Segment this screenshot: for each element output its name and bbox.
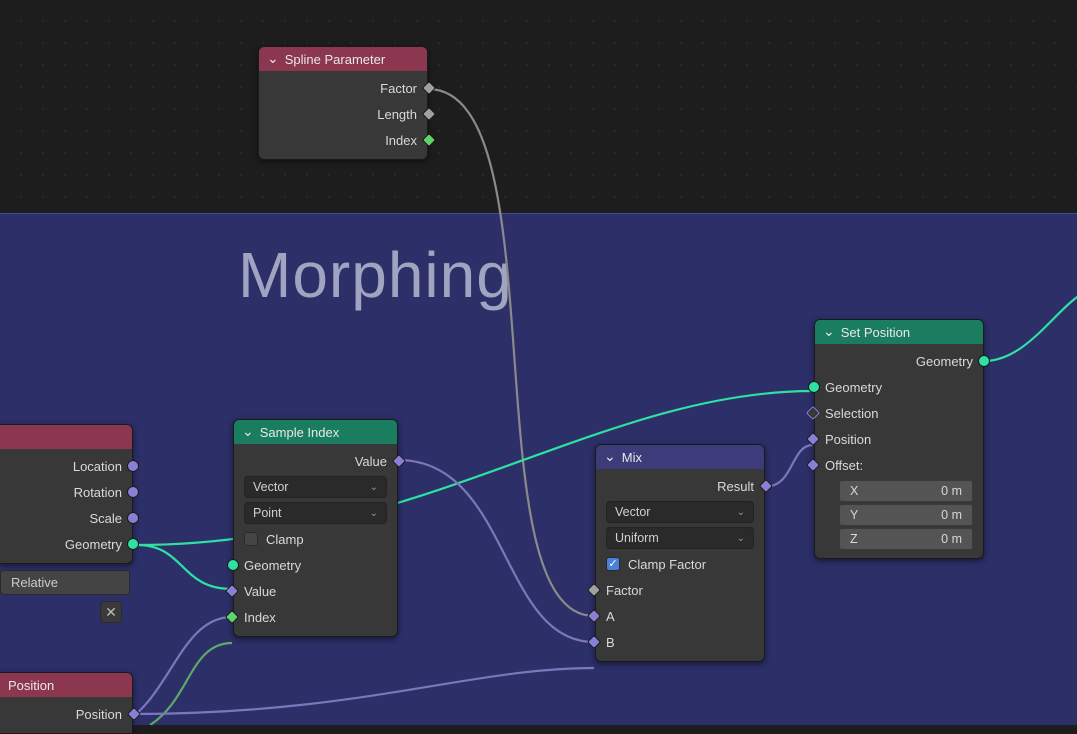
socket-geometry-out[interactable] <box>978 355 990 367</box>
output-rotation: Rotation <box>74 485 122 500</box>
output-value: Value <box>234 448 397 474</box>
output-geometry: Geometry <box>815 348 983 374</box>
input-factor: Factor <box>596 577 764 603</box>
output-location: Location <box>73 459 122 474</box>
clamp-checkbox-row[interactable]: Clamp <box>234 526 397 552</box>
output-result: Result <box>596 473 764 499</box>
output-scale: Scale <box>89 511 122 526</box>
dropdown-caret-icon: ⌄ <box>370 482 378 493</box>
socket-geometry-in[interactable] <box>808 381 820 393</box>
node-header[interactable]: Mix <box>596 445 764 469</box>
checkbox-clamp-factor[interactable] <box>606 557 620 571</box>
output-geometry: Geometry <box>65 537 122 552</box>
select-domain[interactable]: Point⌄ <box>244 502 387 524</box>
offset-y-field[interactable]: Y0 m <box>839 504 973 526</box>
offset-vector-group: X0 m Y0 m Z0 m <box>815 478 983 552</box>
input-position: Position <box>815 426 983 452</box>
dropdown-caret-icon: ⌄ <box>737 507 745 518</box>
select-mix-type[interactable]: Vector⌄ <box>606 501 754 523</box>
checkbox-clamp[interactable] <box>244 532 258 546</box>
socket-geometry-in[interactable] <box>227 559 239 571</box>
offset-z-field[interactable]: Z0 m <box>839 528 973 550</box>
node-header[interactable]: Spline Parameter <box>259 47 427 71</box>
socket-rotation-out[interactable] <box>127 486 139 498</box>
input-geometry: Geometry <box>234 552 397 578</box>
input-geometry: Geometry <box>815 374 983 400</box>
node-sample-index[interactable]: Sample Index Value Vector⌄ Point⌄ Clamp … <box>233 419 398 637</box>
node-header[interactable]: Sample Index <box>234 420 397 444</box>
node-mix[interactable]: Mix Result Vector⌄ Uniform⌄ Clamp Factor… <box>595 444 765 662</box>
node-title: Sample Index <box>260 425 340 440</box>
relative-toggle[interactable]: Relative <box>0 570 130 595</box>
input-selection: Selection <box>815 400 983 426</box>
node-title: Position <box>8 678 54 693</box>
node-title: Spline Parameter <box>285 52 385 67</box>
output-factor: Factor <box>259 75 427 101</box>
node-header[interactable]: Position <box>0 673 132 697</box>
output-position: Position <box>76 707 122 722</box>
select-data-type[interactable]: Vector⌄ <box>244 476 387 498</box>
socket-location-out[interactable] <box>127 460 139 472</box>
dropdown-caret-icon: ⌄ <box>737 533 745 544</box>
output-index: Index <box>259 127 427 153</box>
input-index: Index <box>234 604 397 630</box>
node-header[interactable]: Set Position <box>815 320 983 344</box>
select-mix-mode[interactable]: Uniform⌄ <box>606 527 754 549</box>
clear-button[interactable]: ✕ <box>100 601 122 623</box>
socket-scale-out[interactable] <box>127 512 139 524</box>
input-a: A <box>596 603 764 629</box>
input-offset-label: Offset: <box>815 452 983 478</box>
dropdown-caret-icon: ⌄ <box>370 508 378 519</box>
collapse-chevron-icon[interactable] <box>604 448 616 465</box>
collapse-chevron-icon[interactable] <box>267 50 279 67</box>
output-length: Length <box>259 101 427 127</box>
node-partial-instance[interactable]: Location Rotation Scale Geometry <box>0 424 133 564</box>
node-title: Mix <box>622 450 642 465</box>
offset-x-field[interactable]: X0 m <box>839 480 973 502</box>
node-title: Set Position <box>841 325 910 340</box>
input-value: Value <box>234 578 397 604</box>
node-spline-parameter[interactable]: Spline Parameter Factor Length Index <box>258 46 428 160</box>
collapse-chevron-icon[interactable] <box>823 323 835 340</box>
clamp-factor-row[interactable]: Clamp Factor <box>596 551 764 577</box>
collapse-chevron-icon[interactable] <box>242 423 254 440</box>
node-set-position[interactable]: Set Position Geometry Geometry Selection… <box>814 319 984 559</box>
input-b: B <box>596 629 764 655</box>
frame-title: Morphing <box>238 238 513 312</box>
socket-geometry-out[interactable] <box>127 538 139 550</box>
node-header[interactable] <box>0 425 132 449</box>
